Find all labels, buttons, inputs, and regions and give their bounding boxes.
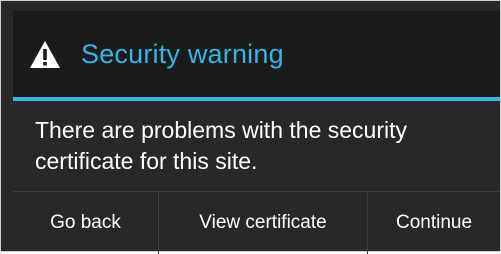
dialog-button-bar: Go back View certificate Continue — [13, 191, 500, 254]
go-back-button[interactable]: Go back — [13, 192, 158, 254]
dialog-title: Security warning — [81, 38, 284, 69]
dialog-message: There are problems with the security cer… — [35, 117, 407, 174]
title-divider — [13, 97, 500, 101]
warning-icon — [25, 37, 65, 71]
continue-button[interactable]: Continue — [367, 192, 500, 254]
view-certificate-button[interactable]: View certificate — [158, 192, 367, 254]
dialog-header: Security warning — [25, 34, 284, 74]
security-warning-dialog: Security warning There are problems with… — [0, 0, 501, 254]
